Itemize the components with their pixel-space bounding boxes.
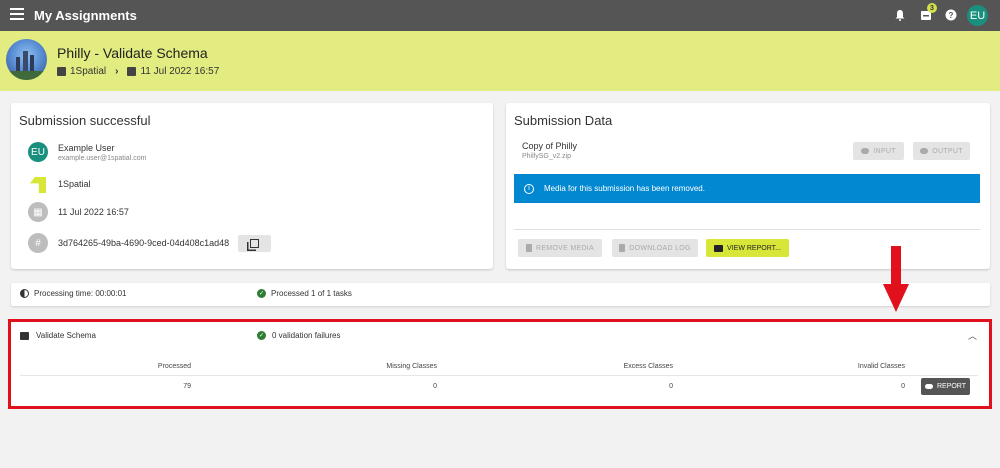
- view-report-button[interactable]: VIEW REPORT...: [706, 239, 789, 257]
- report-icon: [714, 244, 724, 252]
- user-avatar: EU: [28, 142, 48, 162]
- svg-text:?: ?: [949, 11, 954, 20]
- task-title: Validate Schema: [36, 331, 96, 340]
- user-email: example.user@1spatial.com: [58, 154, 147, 162]
- menu-icon[interactable]: [10, 8, 24, 22]
- submission-date: 11 Jul 2022 16:57: [58, 207, 129, 217]
- info-alert: i Media for this submission has been rem…: [514, 174, 980, 203]
- user-name: Example User: [58, 142, 115, 153]
- org-name: 1Spatial: [58, 179, 91, 189]
- page-title: Philly - Validate Schema: [57, 45, 208, 61]
- submission-id: 3d764265-49ba-4690-9ced-04d408c1ad48: [58, 238, 230, 248]
- info-icon: i: [524, 183, 534, 194]
- assignment-image: [6, 39, 47, 80]
- cloud-download-icon: [861, 148, 870, 154]
- chevron-up-icon[interactable]: ︿: [968, 329, 977, 342]
- clipboard-icon: [57, 67, 66, 76]
- hash-icon: #: [28, 233, 48, 253]
- breadcrumb: 1Spatial › 11 Jul 2022 16:57: [57, 66, 219, 77]
- cell-missing: 0: [433, 383, 437, 390]
- down-arrow-icon: [883, 246, 909, 312]
- id-row: # 3d764265-49ba-4690-9ced-04d408c1ad48: [28, 233, 272, 253]
- chart-icon: [127, 67, 137, 76]
- org-row: 1Spatial: [28, 174, 91, 194]
- processing-time: Processing time: 00:00:01: [34, 289, 127, 298]
- inbox-badge: 3: [927, 3, 937, 13]
- report-button[interactable]: REPORT: [921, 378, 970, 395]
- divider: [514, 229, 980, 230]
- cloud-download-icon: [924, 384, 933, 389]
- validation-panel: Validate Schema ✓ 0 validation failures …: [11, 322, 989, 406]
- copy-button[interactable]: [238, 234, 272, 252]
- validation-failures: 0 validation failures: [272, 331, 341, 340]
- avatar[interactable]: EU: [967, 5, 988, 26]
- copy-icon: [250, 238, 260, 248]
- org-logo-icon: [28, 174, 48, 194]
- app-title: My Assignments: [34, 8, 137, 23]
- input-button[interactable]: INPUT: [853, 142, 904, 160]
- date-row: ▦ 11 Jul 2022 16:57: [28, 202, 129, 222]
- processing-bar: Processing time: 00:00:01 ✓ Processed 1 …: [11, 283, 990, 306]
- copy-title: Copy of Philly: [522, 141, 578, 151]
- processing-status: Processed 1 of 1 tasks: [271, 289, 352, 298]
- cell-invalid: 0: [901, 383, 905, 390]
- check-circle-icon: ✓: [257, 289, 266, 298]
- trash-icon: [525, 244, 532, 252]
- submission-heading: Submission successful: [19, 113, 151, 128]
- help-icon[interactable]: ?: [945, 9, 957, 21]
- bell-icon[interactable]: [894, 9, 906, 21]
- user-row: EU Example User example.user@1spatial.co…: [28, 142, 146, 162]
- cell-excess: 0: [669, 383, 673, 390]
- task-icon: [20, 331, 29, 340]
- submission-card: Submission successful EU Example User ex…: [11, 103, 493, 269]
- file-icon: [619, 244, 626, 252]
- column-header-missing: Missing Classes: [386, 363, 437, 370]
- cloud-download-icon: [920, 148, 929, 154]
- submission-data-heading: Submission Data: [514, 113, 613, 128]
- breadcrumb-date[interactable]: 11 Jul 2022 16:57: [140, 66, 219, 77]
- file-name: PhillySG_v2.zip: [522, 153, 572, 160]
- table-divider: [20, 375, 978, 376]
- timer-icon: [20, 289, 29, 298]
- download-log-button[interactable]: DOWNLOAD LOG: [612, 239, 698, 257]
- submission-data-card: Submission Data Copy of Philly PhillySG_…: [506, 103, 990, 269]
- check-circle-icon: ✓: [257, 331, 266, 340]
- column-header-invalid: Invalid Classes: [857, 363, 905, 370]
- chevron-right-icon: ›: [115, 66, 119, 77]
- remove-media-button[interactable]: REMOVE MEDIA: [518, 239, 602, 257]
- calendar-icon: ▦: [28, 202, 48, 222]
- info-message: Media for this submission has been remov…: [544, 184, 705, 193]
- output-button[interactable]: OUTPUT: [913, 142, 970, 160]
- column-header-excess: Excess Classes: [623, 363, 673, 370]
- breadcrumb-org[interactable]: 1Spatial: [70, 66, 106, 77]
- top-app-bar: My Assignments 3 ? EU: [0, 0, 1000, 31]
- assignment-header: Philly - Validate Schema 1Spatial › 11 J…: [0, 31, 1000, 91]
- column-header-processed: Processed: [157, 363, 191, 370]
- cell-processed: 79: [183, 383, 191, 390]
